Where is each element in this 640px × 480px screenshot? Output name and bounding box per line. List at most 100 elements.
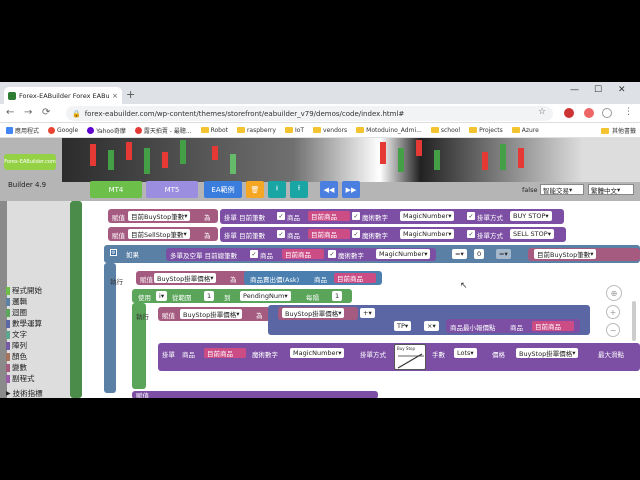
extension-icon[interactable] — [564, 108, 574, 118]
checkbox-icon[interactable]: ✓ — [328, 250, 336, 258]
menu-kebab-icon[interactable]: ⋮ — [624, 107, 633, 117]
checkbox-icon[interactable]: ✓ — [467, 212, 475, 220]
undo-icon[interactable]: ◀◀ — [320, 181, 338, 198]
lots-dropdown[interactable]: Lots ▾ — [454, 348, 477, 358]
bookmark-yahoo[interactable]: Yahoo奇摩 — [87, 126, 126, 135]
var-dropdown[interactable]: BuyStop掛單價格 ▾ — [282, 308, 345, 318]
url-input[interactable]: 🔒 forex-eabuilder.com/wp-content/themes/… — [66, 106, 553, 121]
current-product-field[interactable]: 目前商品 — [334, 273, 376, 283]
category-logic[interactable]: 邏輯 — [6, 296, 27, 307]
bookmark-azure[interactable]: Azure — [511, 127, 539, 134]
partial-block[interactable] — [132, 391, 378, 398]
current-product-field[interactable]: 目前商品 — [532, 321, 574, 331]
extension-2-icon[interactable] — [584, 108, 594, 118]
var-dropdown[interactable]: BuyStop掛單價格 ▾ — [154, 273, 217, 283]
bookmark-ruten[interactable]: 露天拍賣 - 最聰... — [134, 126, 192, 135]
bookmark-google[interactable]: Google — [48, 126, 78, 134]
back-icon[interactable]: ← — [6, 107, 14, 118]
var-dropdown[interactable]: BuyStop掛單價格 ▾ — [180, 309, 243, 319]
buy-stop-icon[interactable]: Buy Stop — [394, 344, 426, 370]
bookmark-school[interactable]: school — [430, 127, 460, 134]
category-functions[interactable]: 副程式 — [6, 373, 35, 384]
bookmark-vendors[interactable]: vendors — [313, 127, 347, 134]
from-value[interactable]: 1 — [204, 291, 215, 301]
forward-icon[interactable]: → — [24, 107, 32, 118]
zoom-in-icon[interactable]: + — [606, 305, 620, 319]
bookmark-apps[interactable]: 應用程式 — [6, 126, 39, 135]
plus-dropdown[interactable]: + ▾ — [360, 308, 375, 318]
reload-icon[interactable]: ⟳ — [42, 107, 50, 118]
maximize-icon[interactable]: ☐ — [594, 85, 602, 95]
checkbox-icon[interactable]: ✓ — [467, 230, 475, 238]
category-lists[interactable]: 陣列 — [6, 340, 27, 351]
category-indicators[interactable]: ▶ 技術指標 — [6, 388, 43, 398]
download-icon[interactable]: ⭳ — [268, 181, 286, 198]
tp-dropdown[interactable]: TP ▾ — [394, 321, 412, 331]
bookmark-projects[interactable]: Projects — [469, 127, 503, 134]
category-loops[interactable]: 迴圈 — [6, 307, 27, 318]
checkbox-icon[interactable]: ✓ — [352, 212, 360, 220]
mt4-button[interactable]: MT4 — [90, 181, 142, 198]
times-dropdown[interactable]: × ▾ — [424, 321, 439, 331]
category-program-start[interactable]: 程式開始 — [6, 285, 42, 296]
bookmark-label: Yahoo奇摩 — [96, 127, 126, 135]
language-select[interactable]: 繁體中文 ▾ — [588, 184, 634, 195]
bookmark-iot[interactable]: IoT — [284, 127, 304, 134]
profile-avatar-icon[interactable] — [602, 108, 612, 118]
price-var-dropdown[interactable]: BuyStop掛單價格 ▾ — [516, 348, 579, 358]
checkbox-icon[interactable]: ✓ — [277, 212, 285, 220]
other-bookmarks[interactable]: 其他書籤 — [600, 126, 636, 135]
ea-examples-button[interactable]: EA範例 — [204, 181, 242, 198]
zero-field[interactable]: 0 — [474, 249, 485, 259]
loop-var-dropdown[interactable]: i ▾ — [156, 291, 168, 301]
magic-var-dropdown[interactable]: MagicNumber ▾ — [290, 348, 345, 358]
order-type-dropdown[interactable]: BUY STOP ▾ — [510, 211, 552, 221]
zoom-out-icon[interactable]: − — [606, 323, 620, 337]
expand-arrow-icon: ▶ — [6, 390, 11, 397]
mt5-button[interactable]: MT5 — [146, 181, 198, 198]
eq-dropdown[interactable]: = ▾ — [452, 249, 467, 259]
current-product-field[interactable]: 目前商品 — [282, 249, 324, 259]
redo-icon[interactable]: ▶▶ — [342, 181, 360, 198]
bookmark-motoduino[interactable]: Motoduino_Admi... — [356, 127, 422, 134]
category-variables[interactable]: 變數 — [6, 362, 27, 373]
tab-close-icon[interactable]: × — [112, 92, 118, 100]
browser-tab[interactable]: Forex-EABuilder Forex EABuil× × — [4, 87, 122, 104]
var-dropdown[interactable]: 目前BuyStop筆數 ▾ — [534, 249, 597, 259]
category-text[interactable]: 文字 — [6, 329, 27, 340]
current-product-field[interactable]: 目前商品 — [204, 348, 246, 358]
current-product-field[interactable]: 目前商品 — [308, 229, 350, 239]
total-count-label: 多單及空單 目前總筆數 — [170, 252, 238, 260]
var-dropdown[interactable]: 目前SellStop筆數 ▾ — [128, 229, 190, 239]
delete-icon[interactable]: 🗑 — [246, 181, 264, 198]
blockly-workspace[interactable]: 執行 賦值 目前BuyStop筆數 ▾ 為 掛單 目前筆數 ✓ 商品 目前商品 ✓… — [70, 201, 640, 398]
order-type-dropdown[interactable]: SELL STOP ▾ — [510, 229, 554, 239]
upload-icon[interactable]: ⭱ — [290, 181, 308, 198]
magic-var-dropdown[interactable]: MagicNumber ▾ — [376, 249, 431, 259]
magic-var-dropdown[interactable]: MagicNumber ▾ — [400, 211, 455, 221]
close-window-icon[interactable]: ✕ — [618, 85, 626, 95]
var-dropdown[interactable]: 目前BuyStop筆數 ▾ — [128, 211, 191, 221]
bookmark-robot[interactable]: Robot — [200, 127, 228, 134]
pending-num-dropdown[interactable]: PendingNum ▾ — [240, 291, 291, 301]
category-colour[interactable]: 顏色 — [6, 351, 27, 362]
bookmark-star-icon[interactable]: ☆ — [538, 107, 546, 117]
false-select[interactable]: false — [520, 184, 537, 195]
new-tab-icon[interactable]: + — [126, 88, 135, 101]
magic-var-dropdown[interactable]: MagicNumber ▾ — [400, 229, 455, 239]
step-value[interactable]: 1 — [332, 291, 343, 301]
workspace-scrollbar[interactable] — [632, 301, 636, 341]
gear-icon[interactable]: ⚙ — [110, 249, 117, 256]
category-math[interactable]: 數學運算 — [6, 318, 42, 329]
recenter-icon[interactable]: ⊕ — [606, 285, 622, 301]
checkbox-icon[interactable]: ✓ — [250, 250, 258, 258]
checkbox-icon[interactable]: ✓ — [352, 230, 360, 238]
current-product-field[interactable]: 目前商品 — [308, 211, 350, 221]
app-logo[interactable]: Forex-EABuilder.com — [4, 154, 56, 170]
candle — [398, 148, 404, 172]
checkbox-icon[interactable]: ✓ — [277, 230, 285, 238]
minimize-icon[interactable]: — — [570, 85, 579, 95]
mode-select[interactable]: 智能交易 ▾ — [540, 184, 584, 195]
eq-dropdown[interactable]: = ▾ — [496, 249, 511, 259]
bookmark-raspberry[interactable]: raspberry — [236, 127, 276, 134]
